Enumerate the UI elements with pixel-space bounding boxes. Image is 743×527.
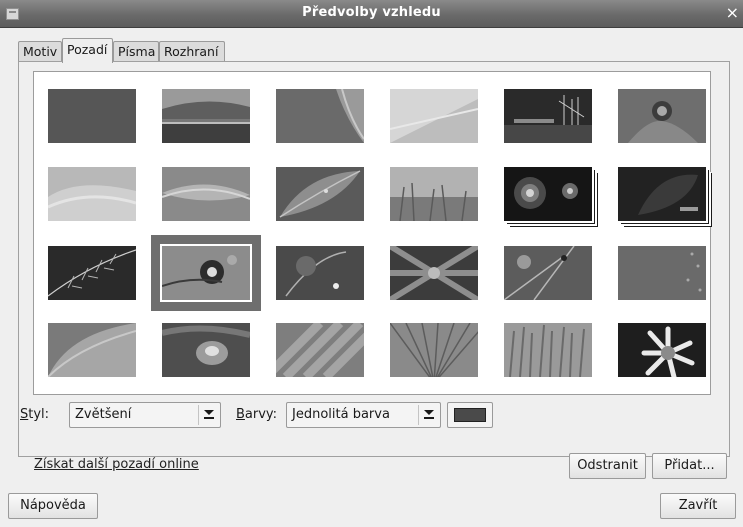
wallpaper-gallery[interactable] bbox=[33, 71, 711, 395]
wallpaper-image bbox=[504, 323, 592, 377]
colors-label-mnemonic: B bbox=[236, 407, 245, 422]
wallpaper-image bbox=[390, 89, 478, 143]
wallpaper-image bbox=[618, 167, 706, 221]
wallpaper-thumb-gray-curve[interactable] bbox=[276, 89, 364, 143]
wallpaper-thumb-dotted-gray[interactable] bbox=[618, 246, 706, 300]
wallpaper-image bbox=[162, 323, 250, 377]
wallpaper-thumb-water-drop[interactable] bbox=[162, 323, 250, 377]
help-button[interactable]: Nápověda bbox=[8, 493, 98, 519]
style-label: Styl: bbox=[20, 407, 49, 423]
wallpaper-thumb-flower-bloom[interactable] bbox=[618, 89, 706, 143]
wallpaper-image bbox=[276, 323, 364, 377]
wallpaper-thumb-green-leaf[interactable] bbox=[276, 167, 364, 221]
colors-combo[interactable]: Jednolitá barva bbox=[286, 402, 441, 428]
more-backgrounds-link[interactable]: Získat další pozadí online bbox=[34, 457, 199, 472]
wallpaper-image bbox=[618, 89, 706, 143]
wallpaper-image bbox=[162, 167, 250, 221]
wallpaper-thumb-daisy[interactable] bbox=[618, 323, 706, 377]
tab-motiv[interactable]: Motiv bbox=[18, 41, 62, 62]
tab-pisma[interactable]: Písma bbox=[113, 41, 159, 62]
dropdown-arrow-icon bbox=[198, 405, 218, 425]
color-picker-button[interactable] bbox=[447, 402, 493, 428]
wallpaper-thumb-diagonal-stripes[interactable] bbox=[276, 323, 364, 377]
wallpaper-thumb-soft-curve[interactable] bbox=[48, 323, 136, 377]
wallpaper-thumb-gray-wave[interactable] bbox=[162, 167, 250, 221]
wallpaper-thumb-light-waves[interactable] bbox=[48, 167, 136, 221]
wallpaper-image bbox=[504, 167, 592, 221]
wallpaper-thumb-fern[interactable] bbox=[48, 246, 136, 300]
window-title: Předvolby vzhledu bbox=[302, 5, 441, 20]
wallpaper-thumb-dark-slideshow[interactable] bbox=[618, 167, 706, 221]
remove-button[interactable]: Odstranit bbox=[569, 453, 646, 479]
background-tab-panel: Styl: Zvětšení Barvy: Jednolitá barva Zí… bbox=[18, 61, 730, 479]
wallpaper-thumb-spiral-galaxy[interactable] bbox=[504, 167, 592, 221]
wallpaper-image bbox=[48, 246, 136, 300]
wallpaper-image bbox=[390, 167, 478, 221]
add-button[interactable]: Přidat... bbox=[652, 453, 727, 479]
style-label-rest: tyl: bbox=[28, 407, 50, 422]
wallpaper-thumb-ship-masts[interactable] bbox=[504, 89, 592, 143]
wallpaper-image bbox=[276, 167, 364, 221]
title-bar[interactable]: Předvolby vzhledu × bbox=[0, 0, 743, 28]
style-combo-value: Zvětšení bbox=[75, 407, 132, 422]
tab-pozadi[interactable]: Pozadí bbox=[62, 38, 113, 63]
wallpaper-image bbox=[162, 246, 250, 300]
wallpaper-image bbox=[276, 246, 364, 300]
wallpaper-image bbox=[48, 167, 136, 221]
wallpaper-image bbox=[618, 246, 706, 300]
colors-label-rest: arvy: bbox=[244, 407, 278, 422]
wallpaper-thumb-ladybug-grass[interactable] bbox=[504, 246, 592, 300]
wallpaper-thumb-solid-dark-gray[interactable] bbox=[48, 89, 136, 143]
wallpaper-image bbox=[504, 89, 592, 143]
wallpaper-thumb-fan-lines[interactable] bbox=[390, 323, 478, 377]
close-button[interactable]: Zavřít bbox=[660, 493, 736, 519]
wallpaper-image bbox=[48, 89, 136, 143]
wallpaper-image bbox=[390, 246, 478, 300]
wallpaper-thumb-sea-horizon[interactable] bbox=[162, 89, 250, 143]
tab-rozhrani[interactable]: Rozhraní bbox=[159, 41, 225, 62]
wallpaper-thumb-dew-flower[interactable] bbox=[276, 246, 364, 300]
wallpaper-image bbox=[618, 323, 706, 377]
wallpaper-thumb-grass-field[interactable] bbox=[390, 167, 478, 221]
colors-combo-value: Jednolitá barva bbox=[292, 407, 390, 422]
wallpaper-image bbox=[504, 246, 592, 300]
wallpaper-image bbox=[390, 323, 478, 377]
wallpaper-thumb-light-sand[interactable] bbox=[390, 89, 478, 143]
style-combo[interactable]: Zvětšení bbox=[69, 402, 221, 428]
wallpaper-image bbox=[276, 89, 364, 143]
close-icon[interactable]: × bbox=[726, 4, 739, 22]
dropdown-arrow-icon bbox=[418, 405, 438, 425]
wallpaper-thumb-spiky-plants[interactable] bbox=[504, 323, 592, 377]
wallpaper-thumb-palm-leaves[interactable] bbox=[390, 246, 478, 300]
colors-label: Barvy: bbox=[236, 407, 277, 423]
wallpaper-image bbox=[162, 89, 250, 143]
wallpaper-image bbox=[48, 323, 136, 377]
color-swatch bbox=[454, 408, 486, 422]
wallpaper-thumb-flower-branch[interactable] bbox=[160, 244, 252, 302]
